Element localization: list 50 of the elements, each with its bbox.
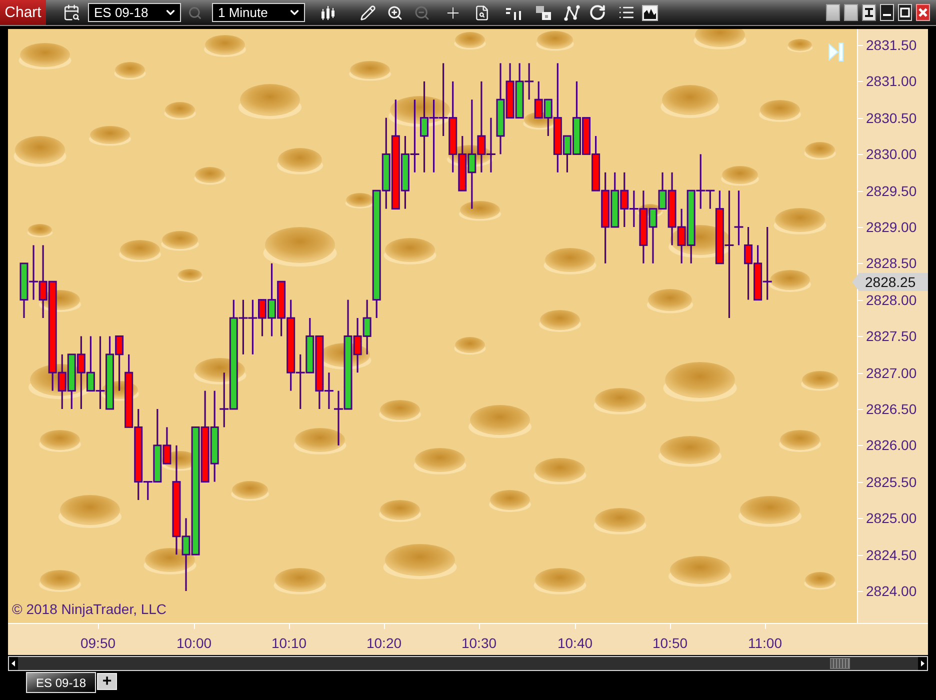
scroll-right-icon[interactable]	[918, 657, 927, 670]
scrollbar-thumb[interactable]	[830, 658, 850, 669]
interval-dropdown[interactable]: 1 Minute	[212, 3, 305, 22]
document-search-icon[interactable]	[474, 4, 490, 20]
y-axis-label: 2828.00	[866, 292, 917, 308]
y-axis-label: 2827.00	[866, 365, 917, 381]
chart-image-icon[interactable]	[642, 4, 658, 20]
current-price-marker: 2828.25	[852, 273, 928, 291]
add-tab-button[interactable]: +	[97, 673, 118, 690]
y-axis-label: 2831.00	[866, 73, 917, 89]
y-axis-label: 2824.00	[866, 583, 917, 599]
x-axis-label: 10:40	[557, 635, 593, 651]
squares-icon[interactable]	[536, 4, 552, 20]
y-axis-label: 2826.50	[866, 401, 917, 417]
x-axis-label: 10:20	[366, 635, 402, 651]
y-axis-label: 2828.50	[866, 255, 917, 271]
candlestick-icon[interactable]	[320, 4, 336, 20]
zoom-in-icon[interactable]	[387, 4, 403, 20]
y-axis-label: 2827.50	[866, 328, 917, 344]
copyright-text: © 2018 NinjaTrader, LLC	[12, 601, 167, 617]
close-icon[interactable]	[916, 4, 930, 21]
pencil-icon[interactable]	[360, 4, 376, 20]
x-axis-label: 11:00	[748, 635, 782, 651]
y-axis-label: 2830.00	[866, 146, 917, 162]
list-icon[interactable]	[618, 4, 635, 21]
line-nodes-icon[interactable]	[564, 4, 580, 20]
y-axis-label: 2829.00	[866, 219, 917, 235]
scrollbar-track[interactable]	[8, 656, 928, 671]
refresh-icon[interactable]	[589, 4, 606, 21]
instrument-dropdown[interactable]: ES 09-18	[88, 3, 181, 22]
y-axis-label: 2831.50	[866, 37, 917, 53]
x-axis-label: 09:50	[80, 635, 116, 651]
y-axis-label: 2826.00	[866, 437, 917, 453]
chart-tab[interactable]: ES 09-18	[26, 672, 96, 693]
bars-lines-icon[interactable]	[506, 6, 522, 20]
y-axis-label: 2829.50	[866, 183, 917, 199]
x-axis-label: 10:10	[271, 635, 307, 651]
calendar-search-icon[interactable]	[63, 4, 80, 21]
minimize-icon[interactable]	[880, 4, 894, 21]
x-axis-label: 10:50	[652, 635, 688, 651]
y-axis-label: 2825.00	[866, 510, 917, 526]
maximize-icon[interactable]	[898, 4, 912, 21]
scroll-left-icon[interactable]	[9, 657, 18, 670]
y-axis-label: 2830.50	[866, 110, 917, 126]
y-axis-label: 2824.50	[866, 547, 917, 563]
x-axis-label: 10:00	[176, 635, 212, 651]
y-axis-label: 2825.50	[866, 474, 917, 490]
x-axis-label: 10:30	[461, 635, 497, 651]
i-beam-icon[interactable]	[862, 4, 876, 21]
window-title: Chart	[0, 0, 46, 25]
